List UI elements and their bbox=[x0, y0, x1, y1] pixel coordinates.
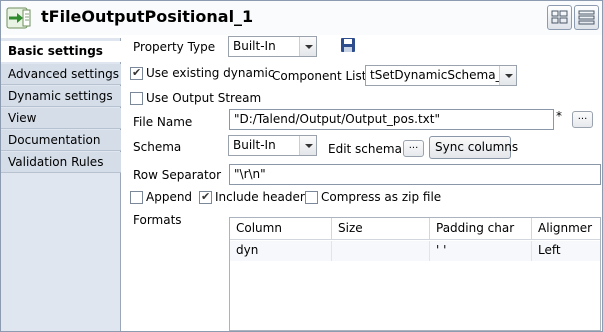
file-name-label: File Name bbox=[133, 115, 193, 129]
sync-columns-button[interactable]: Sync columns bbox=[429, 136, 518, 159]
title-bar: tFileOutputPositional_1 bbox=[1, 1, 602, 35]
save-property-icon[interactable] bbox=[340, 37, 356, 53]
use-existing-dynamic-checkbox[interactable] bbox=[130, 66, 143, 80]
component-list-select[interactable]: tSetDynamicSchema_1 bbox=[365, 65, 517, 86]
chevron-down-icon bbox=[499, 66, 516, 85]
table-cell-alignment[interactable]: Left bbox=[532, 241, 600, 261]
browse-file-button[interactable]: ... bbox=[572, 111, 593, 128]
tab-view[interactable]: View bbox=[1, 108, 121, 129]
column-header-alignment[interactable]: Alignmer bbox=[532, 218, 600, 240]
chevron-down-icon bbox=[299, 37, 316, 56]
file-name-input[interactable]: "D:/Talend/Output/Output_pos.txt" bbox=[229, 109, 554, 130]
tab-dynamic-settings[interactable]: Dynamic settings bbox=[1, 86, 121, 107]
grid-view-icon bbox=[551, 10, 568, 24]
column-header-size[interactable]: Size bbox=[332, 218, 430, 240]
table-cell-padding-char[interactable]: ' ' bbox=[430, 241, 532, 261]
append-label: Append bbox=[146, 190, 193, 204]
use-existing-dynamic-label: Use existing dynamic bbox=[146, 66, 275, 80]
property-type-select[interactable]: Built-In bbox=[228, 36, 317, 57]
row-separator-label: Row Separator bbox=[133, 168, 222, 182]
required-marker: * bbox=[556, 109, 562, 123]
component-list-value: tSetDynamicSchema_1 bbox=[370, 68, 510, 82]
table-cell-column[interactable]: dyn bbox=[230, 241, 332, 261]
list-view-icon bbox=[578, 10, 595, 25]
schema-select[interactable]: Built-In bbox=[228, 135, 317, 156]
tab-basic-settings[interactable]: Basic settings bbox=[1, 41, 123, 62]
tabbed-view-button[interactable] bbox=[574, 5, 599, 30]
use-output-stream-label: Use Output Stream bbox=[146, 91, 262, 105]
component-title: tFileOutputPositional_1 bbox=[41, 7, 254, 26]
schema-label: Schema bbox=[133, 140, 182, 154]
edit-schema-button[interactable]: ... bbox=[403, 140, 424, 157]
settings-sidebar: Basic settings Advanced settings Dynamic… bbox=[1, 38, 123, 331]
layout-toggle-button[interactable] bbox=[547, 5, 572, 30]
formats-label: Formats bbox=[133, 213, 182, 227]
row-separator-input[interactable]: "\r\n" bbox=[229, 164, 601, 185]
tab-documentation[interactable]: Documentation bbox=[1, 130, 121, 151]
column-header-column[interactable]: Column bbox=[230, 218, 332, 240]
file-output-positional-icon bbox=[6, 7, 31, 29]
include-header-checkbox[interactable] bbox=[199, 190, 212, 204]
compress-zip-label: Compress as zip file bbox=[321, 190, 442, 204]
chevron-down-icon bbox=[299, 136, 316, 155]
compress-zip-checkbox[interactable] bbox=[305, 191, 318, 204]
tab-advanced-settings[interactable]: Advanced settings bbox=[1, 64, 121, 85]
property-type-value: Built-In bbox=[233, 39, 276, 53]
formats-table[interactable]: Column Size Padding char Alignmer dyn ' … bbox=[229, 217, 601, 331]
include-header-label: Include header bbox=[215, 190, 305, 204]
edit-schema-label: Edit schema bbox=[328, 142, 402, 156]
append-checkbox[interactable] bbox=[130, 191, 143, 204]
schema-value: Built-In bbox=[233, 138, 276, 152]
column-header-padding-char[interactable]: Padding char bbox=[430, 218, 532, 240]
component-list-label: Component List bbox=[272, 69, 367, 83]
use-output-stream-checkbox[interactable] bbox=[130, 92, 143, 105]
table-cell-size[interactable] bbox=[332, 241, 430, 261]
tab-validation-rules[interactable]: Validation Rules bbox=[1, 152, 121, 173]
property-type-label: Property Type bbox=[133, 40, 216, 54]
